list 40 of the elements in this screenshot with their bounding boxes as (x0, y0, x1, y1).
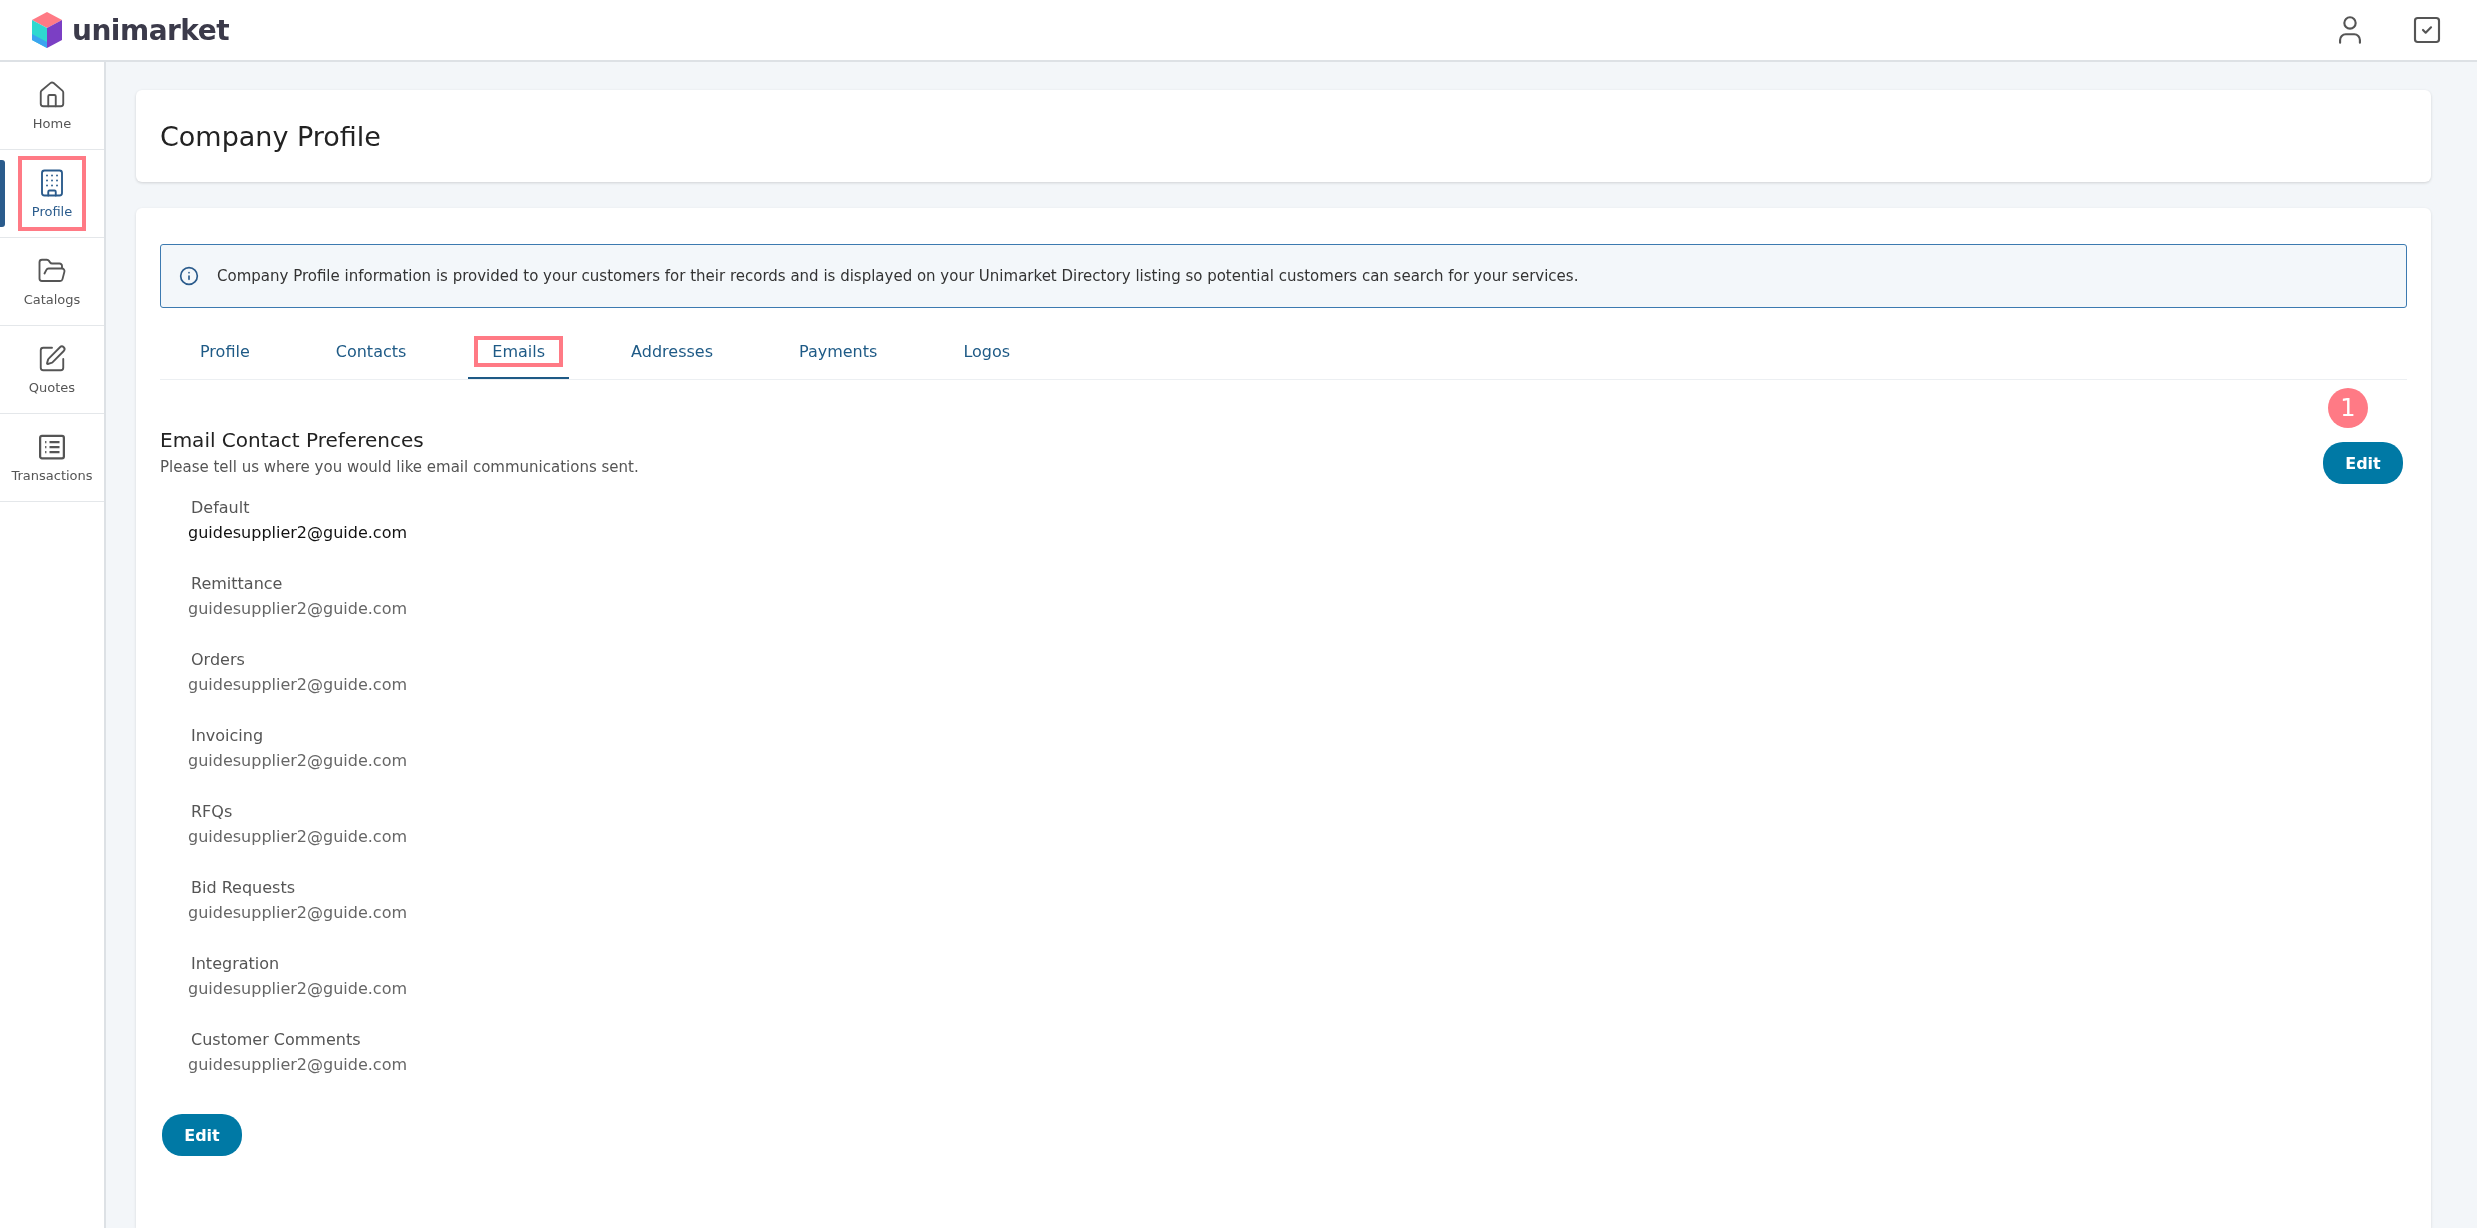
email-label: Invoicing (190, 726, 265, 745)
page-title: Company Profile (160, 120, 381, 152)
logo-cube-icon (30, 10, 64, 50)
sidebar-item[interactable]: Quotes (14, 332, 90, 407)
email-label: Integration (190, 954, 281, 973)
email-address: guidesupplier2@guide.com (188, 675, 409, 694)
task-check-icon[interactable] (2411, 14, 2443, 46)
brand-name: unimarket (72, 13, 230, 47)
email-address: guidesupplier2@guide.com (188, 903, 409, 922)
email-address: guidesupplier2@guide.com (188, 979, 409, 998)
edit-icon (37, 344, 67, 374)
sidebar-item[interactable]: Transactions (0, 420, 107, 495)
step-badge: 1 (2328, 388, 2368, 428)
edit-button[interactable]: Edit (162, 1114, 242, 1156)
email-label: Orders (190, 650, 246, 669)
email-address: guidesupplier2@guide.com (188, 751, 409, 770)
section-title: Email Contact Preferences (160, 428, 425, 452)
edit-button[interactable]: Edit (2323, 442, 2403, 484)
email-label: Default (190, 498, 251, 517)
tab[interactable]: Profile (176, 326, 274, 379)
email-label: Bid Requests (190, 878, 296, 897)
sidebar-item[interactable]: Catalogs (9, 244, 95, 319)
tab[interactable]: Logos (939, 326, 1035, 379)
email-label: Customer Comments (190, 1030, 362, 1049)
tab[interactable]: Contacts (311, 326, 431, 379)
info-icon (179, 266, 199, 286)
email-address: guidesupplier2@guide.com (188, 523, 409, 542)
section-subtitle: Please tell us where you would like email communications sent. (160, 458, 639, 476)
list-icon (37, 432, 67, 462)
home-icon (37, 80, 67, 110)
email-address: guidesupplier2@guide.com (188, 827, 409, 846)
tab[interactable]: Payments (775, 326, 902, 379)
email-address: guidesupplier2@guide.com (188, 599, 409, 618)
email-label: Remittance (190, 574, 284, 593)
sidebar-item[interactable]: Home (18, 68, 86, 143)
email-label: RFQs (190, 802, 234, 821)
email-address: guidesupplier2@guide.com (188, 1055, 409, 1074)
tab[interactable]: Addresses (607, 326, 737, 379)
info-text: Company Profile information is provided to your customers for their records and is displayed on your Unimarket Directory listing so potential customers can search for your services. (217, 267, 1579, 285)
sidebar-item[interactable]: Profile (17, 156, 87, 231)
